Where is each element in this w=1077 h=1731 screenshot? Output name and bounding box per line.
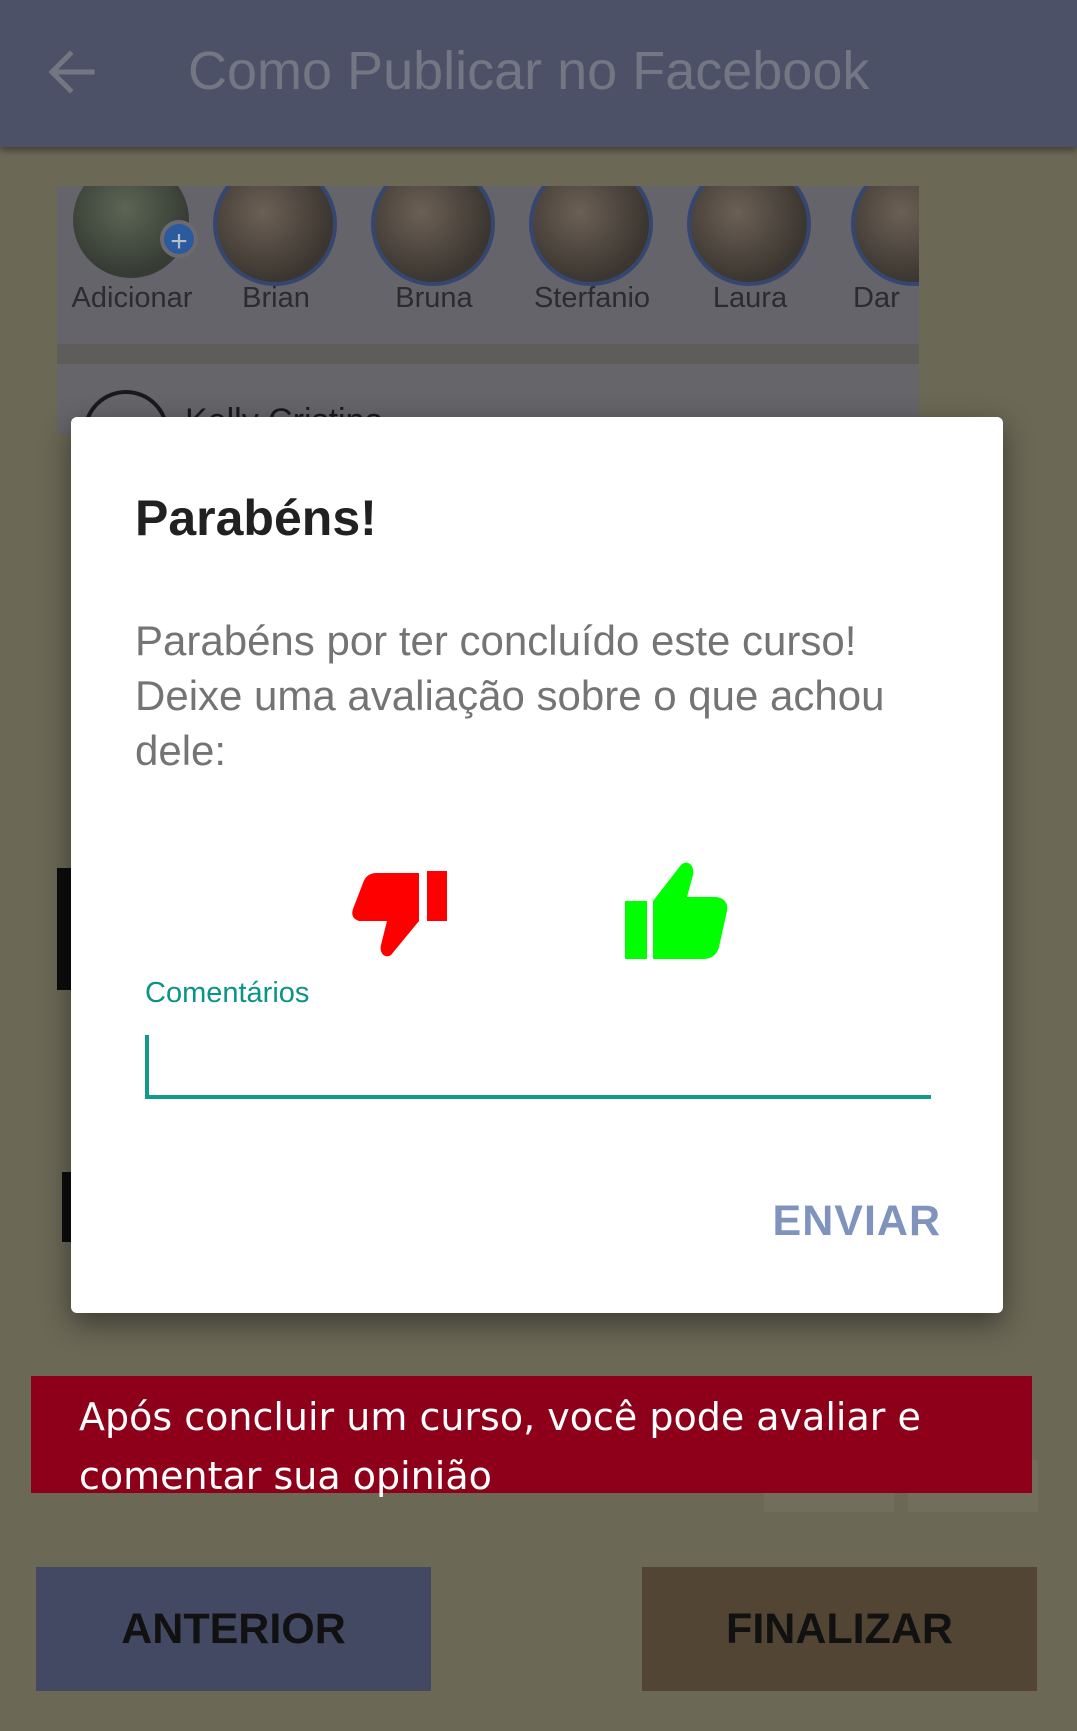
app-bar: Como Publicar no Facebook [0,0,1077,147]
like-button[interactable] [621,861,731,971]
story-add[interactable]: + Adicionar [57,186,207,344]
story-item[interactable]: Brian [201,186,351,344]
back-button[interactable] [44,44,100,100]
thumbs-down-icon [352,871,447,957]
dialog-title: Parabéns! [135,490,377,546]
dislike-button[interactable] [347,865,457,975]
previous-button[interactable]: ANTERIOR [36,1567,431,1691]
page-title: Como Publicar no Facebook [188,41,870,101]
story-name: Brian [242,282,310,314]
add-story-plus-icon: + [160,220,198,258]
story-name: Bruna [395,282,473,314]
thumbs-up-icon [625,862,728,959]
avatar [851,186,919,286]
text-cursor [145,1035,149,1097]
tip-banner: Após concluir um curso, você pode avalia… [31,1376,1032,1498]
avatar [529,186,653,286]
finish-button[interactable]: FINALIZAR [642,1567,1037,1691]
story-item[interactable]: Laura [675,186,825,344]
comment-label: Comentários [145,977,310,1009]
comment-input[interactable] [145,1029,931,1099]
tip-text: Após concluir um curso, você pode avalia… [79,1395,921,1498]
story-name: Dar [853,282,900,314]
divider [57,344,919,364]
send-button[interactable]: ENVIAR [773,1197,941,1246]
avatar [213,186,337,286]
story-name: Sterfanio [533,282,651,314]
dialog-message: Parabéns por ter concluído este curso! D… [135,617,885,774]
avatar [371,186,495,286]
avatar [687,186,811,286]
story-name: Laura [712,282,788,314]
story-item[interactable]: Sterfanio [517,186,667,344]
story-name: Adicionar [71,282,193,314]
rating-dialog: Parabéns! Parabéns por ter concluído est… [71,417,1003,1313]
story-item[interactable]: Dar [839,186,919,344]
story-item[interactable]: Bruna [359,186,509,344]
arrow-left-icon [48,50,95,94]
stories-row: + Adicionar Brian Bruna Sterfanio Laura … [57,186,919,344]
